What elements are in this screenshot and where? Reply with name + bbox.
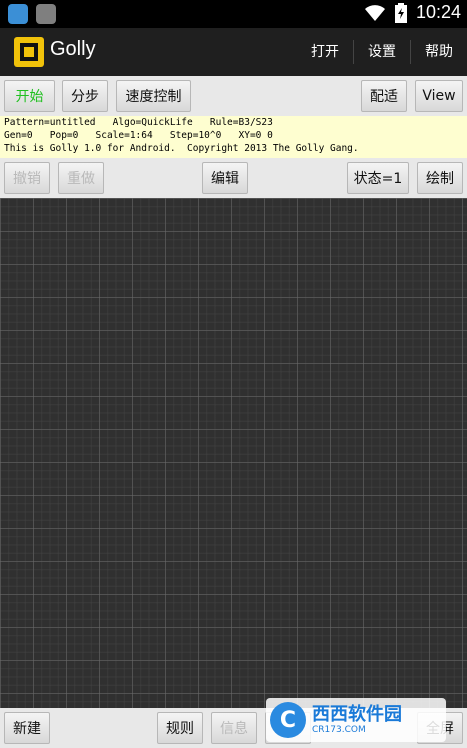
edit-toolbar: 撤销 重做 编辑 状态=1 绘制 xyxy=(0,158,467,198)
clock: 10:24 xyxy=(415,2,461,22)
app-title: Golly xyxy=(50,38,96,60)
action-menu: 打开 设置 帮助 xyxy=(297,28,467,76)
battery-icon xyxy=(394,2,407,23)
notification-app-icon xyxy=(8,4,28,24)
wifi-icon xyxy=(364,4,385,21)
step-button[interactable]: 分步 xyxy=(62,80,108,112)
new-button[interactable]: 新建 xyxy=(4,712,50,744)
action-bar: Golly 打开 设置 帮助 xyxy=(0,28,467,76)
universe-canvas[interactable] xyxy=(0,198,467,708)
pattern-info-line: Pattern=untitled Algo=QuickLife Rule=B3/… xyxy=(4,117,273,128)
notification-store-icon xyxy=(36,4,56,24)
status-bar: 10:24 xyxy=(0,0,467,28)
copyright-line: This is Golly 1.0 for Android. Copyright… xyxy=(4,143,359,154)
info-button[interactable]: 信息 xyxy=(211,712,257,744)
menu-help[interactable]: 帮助 xyxy=(410,40,467,64)
watermark-logo-icon: C xyxy=(270,702,306,738)
rule-button[interactable]: 规则 xyxy=(157,712,203,744)
fit-button[interactable]: 配适 xyxy=(361,80,407,112)
notification-icons xyxy=(8,4,56,24)
info-panel: Pattern=untitled Algo=QuickLife Rule=B3/… xyxy=(0,116,467,158)
state-button[interactable]: 状态=1 xyxy=(347,162,409,194)
edit-button[interactable]: 编辑 xyxy=(202,162,248,194)
status-indicators: 10:24 xyxy=(364,2,461,23)
speed-control-button[interactable]: 速度控制 xyxy=(116,80,191,112)
golly-app-icon xyxy=(14,37,44,67)
view-button[interactable]: View xyxy=(415,80,463,112)
start-button[interactable]: 开始 xyxy=(4,80,55,112)
watermark-brand: 西西软件园 xyxy=(312,704,402,725)
control-toolbar: 开始 分步 速度控制 配适 View xyxy=(0,76,467,116)
menu-open[interactable]: 打开 xyxy=(297,40,353,64)
generation-info-line: Gen=0 Pop=0 Scale=1:64 Step=10^0 XY=0 0 xyxy=(4,130,273,141)
draw-button[interactable]: 绘制 xyxy=(417,162,463,194)
site-watermark: C 西西软件园 CR173.COM xyxy=(266,698,446,742)
menu-settings[interactable]: 设置 xyxy=(353,40,410,64)
redo-button[interactable]: 重做 xyxy=(58,162,104,194)
undo-button[interactable]: 撤销 xyxy=(4,162,50,194)
watermark-url: CR173.COM xyxy=(312,725,366,735)
